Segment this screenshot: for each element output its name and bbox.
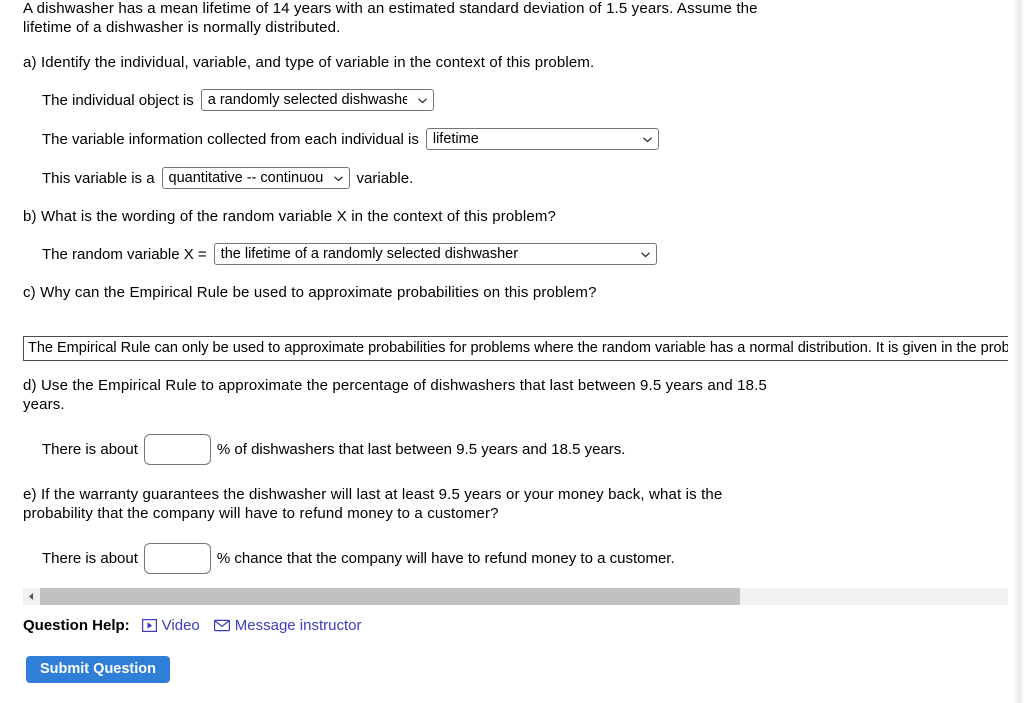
chevron-down-icon xyxy=(640,249,651,260)
question-help: Question Help: Video Message instructor xyxy=(23,617,375,634)
problem-statement: A dishwasher has a mean lifetime of 14 y… xyxy=(23,0,758,36)
empirical-rule-answer-textarea[interactable]: The Empirical Rule can only be used to a… xyxy=(23,336,1024,361)
part-e-answer-prefix: There is about xyxy=(42,550,138,567)
chevron-down-icon xyxy=(333,173,344,184)
part-d-answer-row: There is about % of dishwashers that las… xyxy=(0,434,625,465)
scrollbar-track[interactable] xyxy=(40,587,1006,605)
part-d-prompt: d) Use the Empirical Rule to approximate… xyxy=(23,377,767,413)
type-label-after: variable. xyxy=(356,169,414,187)
variable-type-select[interactable]: quantitative -- continuous xyxy=(161,167,350,189)
message-instructor-link[interactable]: Message instructor xyxy=(213,617,362,634)
part-d-answer-suffix: % of dishwashers that last between 9.5 y… xyxy=(216,441,626,458)
submit-question-button[interactable]: Submit Question xyxy=(26,656,170,683)
individual-label: The individual object is xyxy=(42,91,194,109)
part-e-prompt: e) If the warranty guarantees the dishwa… xyxy=(23,486,723,522)
horizontal-scrollbar[interactable] xyxy=(23,587,1023,605)
individual-select[interactable]: a randomly selected dishwasher xyxy=(200,89,434,111)
question-page: A dishwasher has a mean lifetime of 14 y… xyxy=(0,0,1024,703)
video-icon xyxy=(141,619,157,632)
part-d-percent-input[interactable] xyxy=(143,434,211,465)
message-instructor-label: Message instructor xyxy=(234,617,362,634)
variable-select-value: lifetime xyxy=(432,131,479,147)
question-help-label: Question Help: xyxy=(23,617,130,634)
part-a-type-row: This variable is a quantitative -- conti… xyxy=(0,167,413,189)
video-help-label: Video xyxy=(161,617,200,634)
type-label-before: This variable is a xyxy=(42,169,155,187)
variable-select[interactable]: lifetime xyxy=(425,128,659,150)
variable-label: The variable information collected from … xyxy=(42,130,419,148)
scroll-left-arrow-icon[interactable] xyxy=(23,587,40,605)
part-c-prompt: c) Why can the Empirical Rule be used to… xyxy=(23,284,597,301)
chevron-down-icon xyxy=(642,134,653,145)
part-e-answer-suffix: % chance that the company will have to r… xyxy=(216,550,675,567)
variable-type-select-value: quantitative -- continuous xyxy=(168,170,323,186)
scrollbar-thumb[interactable] xyxy=(40,587,741,605)
video-help-link[interactable]: Video xyxy=(141,617,200,634)
chevron-down-icon xyxy=(417,95,428,106)
part-a-individual-row: The individual object is a randomly sele… xyxy=(0,89,434,111)
part-a-variable-row: The variable information collected from … xyxy=(0,128,659,150)
scroll-right-arrow-icon[interactable] xyxy=(1006,587,1023,605)
random-variable-select[interactable]: the lifetime of a randomly selected dish… xyxy=(213,243,657,265)
part-e-answer-row: There is about % chance that the company… xyxy=(0,543,675,574)
random-variable-label: The random variable X = xyxy=(42,245,207,263)
random-variable-select-value: the lifetime of a randomly selected dish… xyxy=(220,246,519,262)
part-a-prompt: a) Identify the individual, variable, an… xyxy=(23,54,595,71)
part-b-rv-row: The random variable X = the lifetime of … xyxy=(0,243,657,265)
individual-select-value: a randomly selected dishwasher xyxy=(207,92,407,108)
part-d-answer-prefix: There is about xyxy=(42,441,138,458)
part-e-percent-input[interactable] xyxy=(143,543,211,574)
part-b-prompt: b) What is the wording of the random var… xyxy=(23,208,556,225)
envelope-icon xyxy=(213,619,230,632)
